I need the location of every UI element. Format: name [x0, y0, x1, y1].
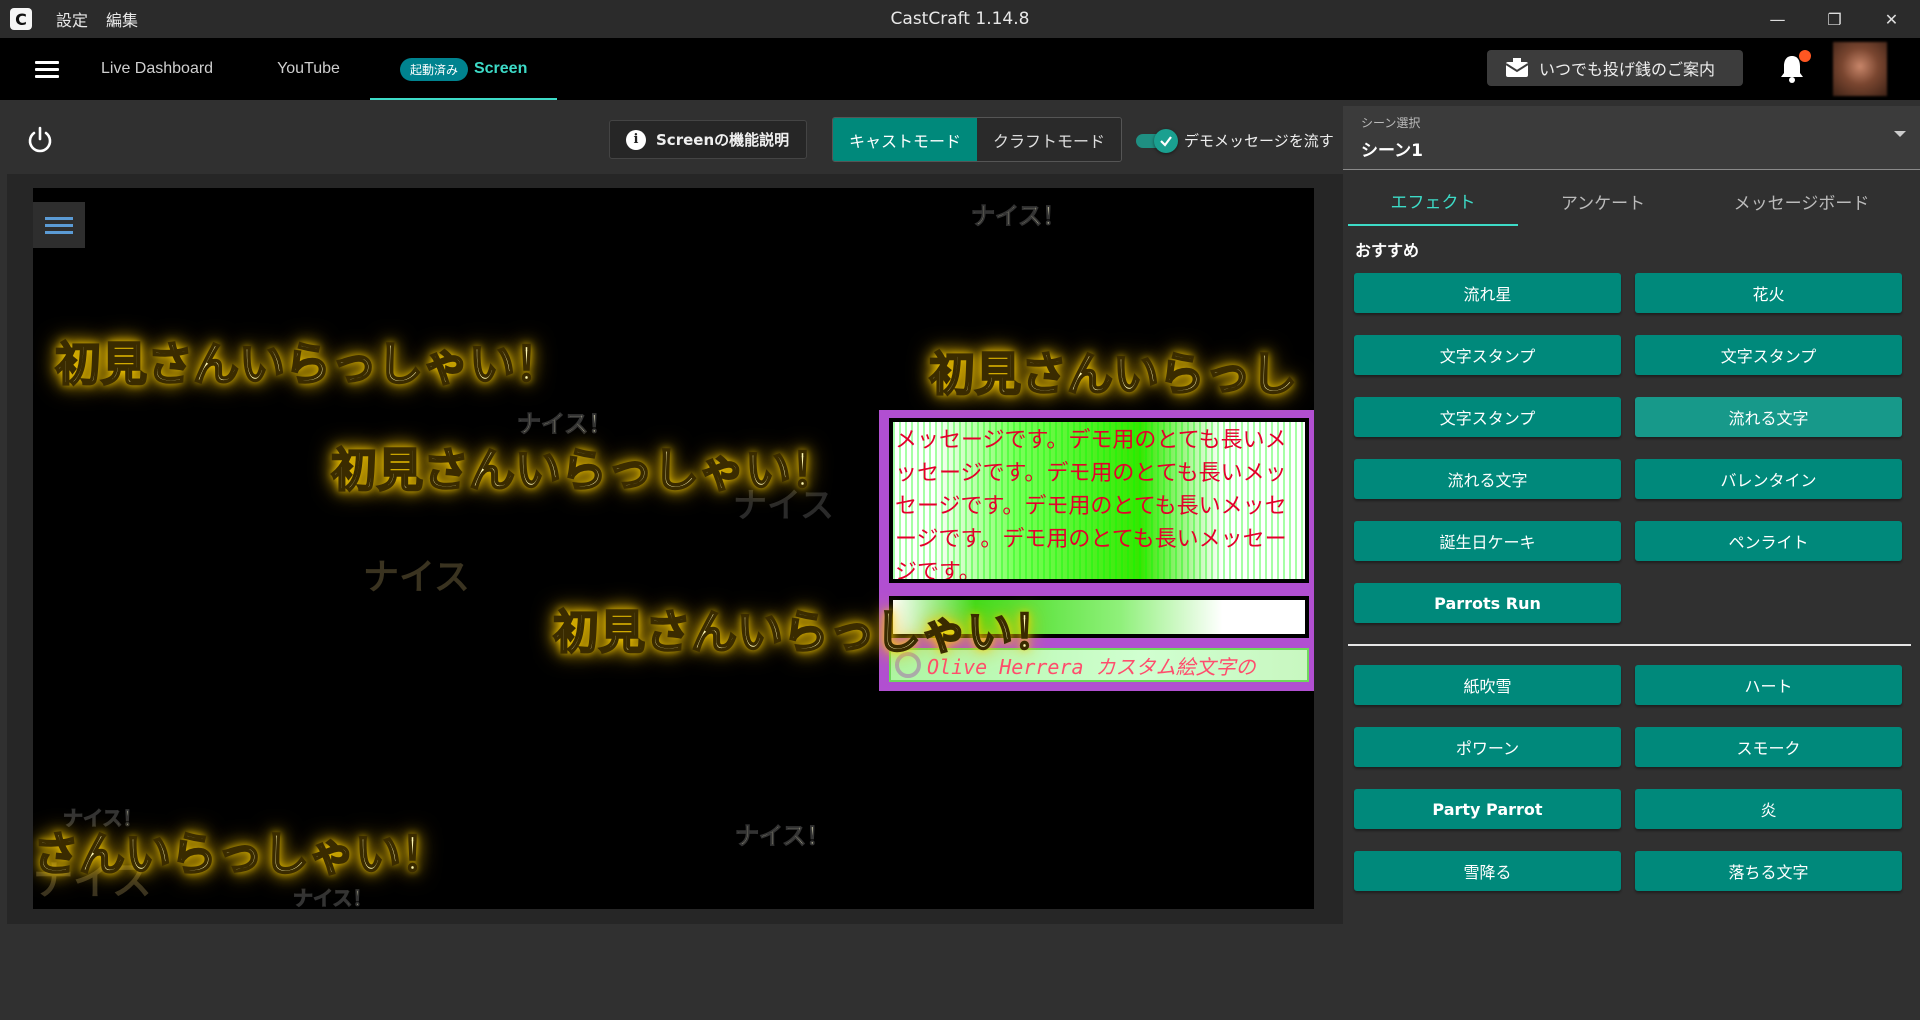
donate-label: いつでも投げ銭のご案内: [1539, 60, 1716, 79]
effect-button-penlight[interactable]: ペンライト: [1635, 521, 1902, 561]
panel-tabs: エフェクト アンケート メッセージボード: [1348, 176, 1915, 226]
tab-screen-label: Screen: [473, 60, 528, 77]
recommended-section-title: おすすめ: [1355, 241, 1420, 260]
donate-button[interactable]: いつでも投げ銭のご案内: [1487, 50, 1743, 86]
restore-icon[interactable]: ❐: [1806, 0, 1863, 38]
nav-bar: Live Dashboard YouTube 起動済み Screen いつでも投…: [0, 38, 1920, 100]
nice-effect-text: ナイス！: [970, 202, 1067, 231]
window-title: CastCraft 1.14.8: [890, 9, 1030, 29]
welcome-stamp-text: 初見さんいらっしゃい！: [54, 336, 562, 392]
welcome-stamp-text: 初見さんいらっしゃい！: [330, 442, 838, 498]
effect-button-flowing-text[interactable]: 流れる文字: [1635, 397, 1902, 437]
demo-message-label: デモメッセージを流す: [1184, 132, 1334, 150]
craft-mode-button[interactable]: クラフトモード: [977, 118, 1122, 161]
tab-youtube[interactable]: YouTube: [277, 38, 340, 100]
effect-button-falling-text[interactable]: 落ちる文字: [1635, 851, 1902, 891]
avatar[interactable]: [1833, 42, 1887, 96]
tab-message-board[interactable]: メッセージボード: [1688, 176, 1915, 226]
nice-effect-text: ナイス！: [734, 822, 831, 851]
screen-preview: ナイス ナイス ナイス ナイス！ ナイス！ ナイス！ ナイス！ ナイス！ メッセ…: [33, 188, 1314, 909]
effect-button-valentine[interactable]: バレンタイン: [1635, 459, 1902, 499]
screen-toolbar: i Screenの機能説明 キャストモード クラフトモード デモメッセージを流す: [0, 100, 1343, 173]
mode-toggle-group: キャストモード クラフトモード: [832, 117, 1123, 162]
section-divider: [1348, 644, 1911, 646]
effect-button-party-parrot[interactable]: Party Parrot: [1354, 789, 1621, 829]
demo-message-text: メッセージです。デモ用のとても長いメッセージです。デモ用のとても長いメッセージで…: [895, 428, 1287, 583]
mail-icon: [1505, 58, 1529, 77]
cast-mode-button[interactable]: キャストモード: [833, 118, 978, 161]
effects-panel: シーン選択 シーン1 エフェクト アンケート メッセージボード おすすめ 流れ星…: [1343, 100, 1920, 920]
effect-button-flame[interactable]: 炎: [1635, 789, 1902, 829]
screen-info-button[interactable]: i Screenの機能説明: [609, 120, 807, 159]
menu-settings[interactable]: 設定: [56, 7, 88, 31]
title-bar: C 設定 編集 CastCraft 1.14.8 — ❐ ✕: [0, 0, 1920, 38]
effect-button-parrots-run[interactable]: Parrots Run: [1354, 583, 1621, 623]
notification-dot: [1799, 50, 1811, 62]
bottom-empty-area: [0, 924, 1343, 1020]
screen-info-label: Screenの機能説明: [656, 131, 790, 149]
check-icon: [1160, 136, 1172, 147]
scene-select-label: シーン選択: [1361, 116, 1421, 130]
ghost-nice-text: ナイス: [363, 557, 470, 598]
effect-button-smoke[interactable]: スモーク: [1635, 727, 1902, 767]
tab-live-dashboard[interactable]: Live Dashboard: [101, 38, 213, 100]
effect-button-text-stamp[interactable]: 文字スタンプ: [1354, 335, 1621, 375]
menu-edit[interactable]: 編集: [106, 7, 138, 31]
welcome-stamp-text: 初見さんいらっしゃい！: [552, 604, 1060, 660]
scene-select[interactable]: シーン選択 シーン1: [1343, 106, 1920, 170]
welcome-stamp-text: さんいらっしゃい！: [33, 826, 448, 882]
overlay-menu-icon[interactable]: [33, 202, 85, 248]
nice-effect-text: ナイス！: [292, 886, 373, 910]
effect-button-pwoon[interactable]: ポワーン: [1354, 727, 1621, 767]
power-icon[interactable]: [26, 126, 54, 154]
running-badge: 起動済み: [399, 57, 468, 81]
effect-button-text-stamp[interactable]: 文字スタンプ: [1635, 335, 1902, 375]
demo-message-toggle[interactable]: [1134, 129, 1178, 153]
info-icon: i: [626, 129, 646, 150]
other-effects-grid: 紙吹雪 ハート ポワーン スモーク Party Parrot 炎 雪降る 落ちる…: [1354, 665, 1913, 891]
effect-button-birthday-cake[interactable]: 誕生日ケーキ: [1354, 521, 1621, 561]
effect-button-snowfall[interactable]: 雪降る: [1354, 851, 1621, 891]
effect-button-confetti[interactable]: 紙吹雪: [1354, 665, 1621, 705]
tab-effects[interactable]: エフェクト: [1348, 176, 1518, 226]
recommended-effects-grid: 流れ星 花火 文字スタンプ 文字スタンプ 文字スタンプ 流れる文字 流れる文字 …: [1354, 273, 1913, 623]
minimize-icon[interactable]: —: [1749, 0, 1806, 38]
preview-container: ナイス ナイス ナイス ナイス！ ナイス！ ナイス！ ナイス！ ナイス！ メッセ…: [7, 174, 1343, 924]
effect-button-text-stamp[interactable]: 文字スタンプ: [1354, 397, 1621, 437]
scene-select-value: シーン1: [1361, 141, 1423, 161]
dropdown-arrow-icon: [1894, 131, 1906, 137]
tab-survey[interactable]: アンケート: [1518, 176, 1688, 226]
welcome-stamp-text: 初見さんいらっし: [928, 346, 1298, 402]
effect-button-shooting-star[interactable]: 流れ星: [1354, 273, 1621, 313]
hamburger-menu-icon[interactable]: [35, 57, 59, 82]
close-icon[interactable]: ✕: [1863, 0, 1920, 38]
effect-button-fireworks[interactable]: 花火: [1635, 273, 1902, 313]
effect-button-heart[interactable]: ハート: [1635, 665, 1902, 705]
app-logo-icon: C: [10, 8, 32, 30]
effect-button-flowing-text[interactable]: 流れる文字: [1354, 459, 1621, 499]
tab-screen[interactable]: 起動済み Screen: [369, 38, 558, 100]
